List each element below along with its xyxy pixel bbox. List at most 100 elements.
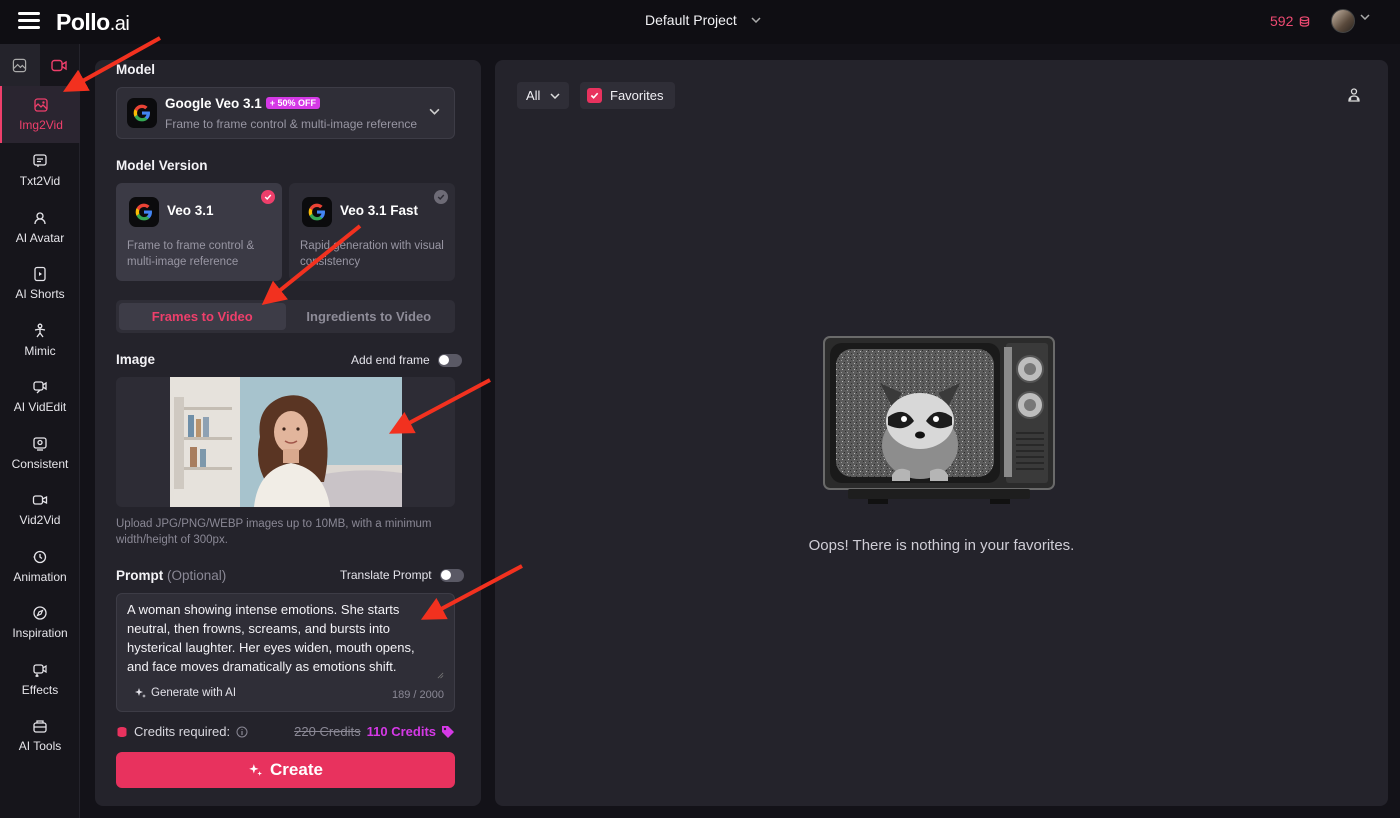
model-name: Google Veo 3.1 + 50% OFF — [165, 96, 321, 111]
animation-icon — [33, 550, 47, 563]
sidebar-item-label: AI VidEdit — [13, 400, 67, 415]
sidebar-item-label: AI Avatar — [15, 230, 65, 245]
prompt-text[interactable]: A woman showing intense emotions. She st… — [127, 600, 437, 676]
sidebar: Img2Vid Txt2Vid AI Avatar AI Shorts Mimic AI … — [0, 44, 80, 818]
check-icon — [261, 190, 275, 204]
credits-balance[interactable]: 592 — [1270, 13, 1310, 29]
version-card-veo-3-1-fast[interactable]: Veo 3.1 Fast Rapid generation with visua… — [289, 183, 455, 281]
end-frame-toggle-row: Add end frame — [351, 353, 462, 367]
model-label: Model — [116, 62, 155, 77]
image-video-icon — [34, 98, 48, 112]
tools-icon — [33, 720, 47, 733]
credits-label: Credits required: — [134, 724, 231, 739]
chevron-down-icon — [550, 92, 560, 99]
image-mode-tab[interactable] — [0, 44, 40, 86]
sidebar-item-animation[interactable]: Animation — [0, 538, 80, 595]
tab-ingredients-to-video[interactable]: Ingredients to Video — [286, 303, 453, 330]
credits-row: Credits required: 220 Credits 110 Credit… — [116, 724, 455, 739]
logo[interactable]: Pollo.ai — [56, 9, 130, 36]
empty-state-tv-illustration — [823, 336, 1055, 504]
version-name: Veo 3.1 — [167, 203, 214, 218]
sidebar-item-label: AI Shorts — [15, 287, 65, 302]
prompt-textarea[interactable]: A woman showing intense emotions. She st… — [116, 593, 455, 712]
check-icon — [434, 190, 448, 204]
sidebar-item-ai-videdit[interactable]: AI VidEdit — [0, 369, 80, 426]
project-selector[interactable]: Default Project — [645, 12, 761, 28]
character-counter: 189 / 2000 — [392, 689, 444, 701]
chevron-down-icon — [429, 108, 440, 115]
sparkle-icon — [249, 764, 263, 776]
sidebar-item-consistent[interactable]: Consistent — [0, 425, 80, 482]
upload-hint: Upload JPG/PNG/WEBP images up to 10MB, w… — [116, 518, 432, 546]
version-name: Veo 3.1 Fast — [340, 203, 419, 218]
prompt-label: Prompt (Optional) — [116, 568, 227, 583]
sidebar-item-ai-shorts[interactable]: AI Shorts — [0, 256, 80, 313]
coin-stack-icon — [1300, 15, 1310, 27]
generate-with-ai-button[interactable]: Generate with AI — [134, 687, 236, 699]
sidebar-item-label: Consistent — [11, 456, 69, 471]
model-description: Frame to frame control & multi-image ref… — [165, 117, 418, 131]
translate-toggle-row: Translate Prompt — [340, 568, 464, 582]
compass-icon — [33, 606, 47, 620]
price-tag-icon — [442, 725, 454, 738]
create-button[interactable]: Create — [116, 752, 455, 788]
sidebar-item-txt2vid[interactable]: Txt2Vid — [0, 143, 80, 200]
user-share-icon[interactable] — [1346, 87, 1362, 103]
shorts-icon — [34, 267, 46, 282]
info-icon[interactable] — [236, 726, 248, 738]
sidebar-item-label: AI Tools — [18, 739, 62, 754]
google-logo-icon — [302, 197, 332, 227]
version-description: Frame to frame control & multi-image ref… — [127, 240, 255, 268]
tab-frames-to-video[interactable]: Frames to Video — [119, 303, 286, 330]
sidebar-item-ai-tools[interactable]: AI Tools — [0, 708, 80, 765]
google-logo-icon — [129, 197, 159, 227]
sidebar-item-img2vid[interactable]: Img2Vid — [0, 86, 80, 143]
model-dropdown[interactable]: Google Veo 3.1 + 50% OFF Frame to frame c… — [116, 87, 455, 139]
mode-switch: Frames to Video Ingredients to Video — [116, 300, 455, 333]
version-card-veo-3-1[interactable]: Veo 3.1 Frame to frame control & multi-i… — [116, 183, 282, 281]
version-description: Rapid generation with visual consistency — [300, 240, 444, 268]
mimic-icon — [34, 323, 46, 338]
translate-toggle[interactable] — [439, 568, 464, 582]
video-camera-icon — [51, 59, 67, 71]
end-frame-toggle[interactable] — [437, 353, 462, 367]
resize-handle-icon[interactable] — [437, 672, 444, 679]
favorites-filter[interactable]: Favorites — [580, 82, 676, 109]
sidebar-item-label: Txt2Vid — [19, 174, 61, 189]
gallery-panel: All Favorites Oops! There is nothing in … — [495, 60, 1388, 806]
discount-badge: + 50% OFF — [265, 97, 321, 109]
top-bar: Pollo.ai Default Project 592 — [0, 0, 1400, 44]
video-edit-icon — [33, 381, 47, 394]
google-logo-icon — [127, 98, 157, 128]
sparkle-icon — [135, 688, 146, 698]
filter-dropdown[interactable]: All — [517, 82, 570, 109]
hamburger-menu-icon[interactable] — [18, 12, 40, 30]
vid2vid-icon — [32, 495, 48, 505]
sidebar-item-label: Vid2Vid — [19, 513, 61, 528]
image-upload-area[interactable] — [116, 377, 455, 507]
sidebar-item-effects[interactable]: Effects — [0, 651, 80, 708]
discounted-credits: 110 Credits — [366, 724, 436, 739]
original-credits: 220 Credits — [294, 724, 361, 739]
image-label: Image — [116, 352, 156, 367]
model-version-label: Model Version — [116, 158, 208, 173]
sidebar-item-label: Animation — [13, 569, 67, 584]
checkbox-checked-icon — [587, 88, 602, 103]
end-frame-label: Add end frame — [351, 353, 430, 367]
effects-icon — [33, 664, 47, 677]
coin-stack-icon — [117, 726, 127, 737]
avatar-icon — [34, 212, 46, 224]
project-name: Default Project — [645, 12, 737, 28]
video-mode-tab[interactable] — [40, 44, 80, 86]
generation-panel: Model Google Veo 3.1 + 50% OFF Frame to f… — [95, 60, 481, 806]
sidebar-item-mimic[interactable]: Mimic — [0, 312, 80, 369]
sidebar-item-ai-avatar[interactable]: AI Avatar — [0, 199, 80, 256]
sidebar-item-inspiration[interactable]: Inspiration — [0, 595, 80, 652]
text-video-icon — [33, 154, 47, 168]
uploaded-image-thumbnail — [170, 377, 402, 507]
chevron-down-icon[interactable] — [1360, 14, 1370, 20]
sidebar-item-label: Effects — [21, 682, 59, 697]
sidebar-item-label: Mimic — [24, 343, 56, 358]
sidebar-item-vid2vid[interactable]: Vid2Vid — [0, 482, 80, 539]
user-avatar[interactable] — [1331, 9, 1355, 33]
